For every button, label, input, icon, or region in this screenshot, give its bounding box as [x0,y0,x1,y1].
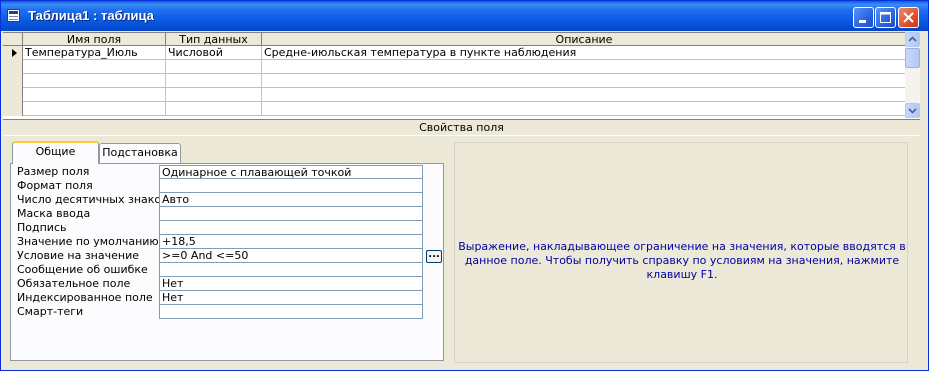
field-name-cell[interactable] [23,88,166,101]
property-value-field-size[interactable]: Одинарное с плавающей точкой [159,165,423,179]
property-value-decimal-places[interactable]: Авто [159,193,423,207]
description-cell[interactable] [262,88,907,101]
minimize-button[interactable] [853,7,874,28]
window-title: Таблица1 : таблица [28,8,154,23]
data-type-cell[interactable] [166,74,262,87]
property-value-indexed[interactable]: Нет [159,291,423,305]
current-row-arrow-icon [12,49,17,57]
property-label-smart-tags: Смарт-теги [17,305,84,318]
property-label-field-size: Размер поля [17,165,90,178]
field-name-cell[interactable] [23,102,166,115]
tab-lookup[interactable]: Подстановка [99,143,181,163]
expression-builder-button[interactable]: ... [426,250,442,263]
property-value-input-mask[interactable] [159,207,423,221]
field-name-cell[interactable]: Температура_Июль [23,46,166,59]
data-type-cell[interactable] [166,88,262,101]
property-value-format[interactable] [159,179,423,193]
property-label-indexed: Индексированное поле [17,291,153,304]
property-value-validation-rule[interactable]: >=0 And <=50 [159,249,423,263]
description-cell[interactable] [262,60,907,73]
property-label-format: Формат поля [17,179,93,192]
close-icon [903,12,914,23]
grid-vertical-scrollbar[interactable] [905,32,920,118]
scroll-thumb[interactable] [905,48,920,68]
data-type-cell[interactable] [166,102,262,115]
maximize-icon [880,12,891,23]
table-row[interactable] [3,74,920,88]
grid-corner [3,33,23,46]
help-text: Выражение, накладывающее ограничение на … [458,240,906,281]
help-pane: Выражение, накладывающее ограничение на … [454,142,908,363]
tab-general[interactable]: Общие [12,141,99,164]
table-row[interactable] [3,102,920,116]
column-header-field-name: Имя поля [23,33,166,46]
data-type-cell[interactable] [166,60,262,73]
property-label-decimal-places: Число десятичных знаков [17,193,168,206]
row-selector[interactable] [3,60,23,74]
title-bar[interactable]: Таблица1 : таблица [1,1,928,31]
description-cell[interactable] [262,102,907,115]
row-selector[interactable] [3,74,23,88]
column-header-description: Описание [262,33,907,46]
row-selector[interactable] [3,46,23,60]
property-label-default-value: Значение по умолчанию [17,235,159,248]
property-label-input-mask: Маска ввода [17,207,91,220]
property-value-caption[interactable] [159,221,423,235]
table-icon [7,9,20,22]
table-row[interactable]: Температура_Июль Числовой Средне-июльска… [3,46,920,60]
table-design-window: Таблица1 : таблица Имя поля Тип данных О… [0,0,929,371]
property-value-default-value[interactable]: +18,5 [159,235,423,249]
property-label-validation-text: Сообщение об ошибке [17,263,148,276]
row-selector[interactable] [3,102,23,116]
column-header-data-type: Тип данных [166,33,262,46]
row-selector[interactable] [3,88,23,102]
property-label-validation-rule: Условие на значение [17,249,139,262]
minimize-icon [859,20,866,23]
property-value-required[interactable]: Нет [159,277,423,291]
field-name-cell[interactable] [23,74,166,87]
data-type-cell[interactable]: Числовой [166,46,262,59]
close-button[interactable] [898,7,919,28]
scroll-down-button[interactable] [905,103,920,118]
description-cell[interactable]: Средне-июльская температура в пункте наб… [262,46,907,59]
property-value-validation-text[interactable] [159,263,423,277]
chevron-down-icon [908,108,917,114]
scroll-up-button[interactable] [905,32,920,47]
field-name-cell[interactable] [23,60,166,73]
property-label-caption: Подпись [17,221,67,234]
general-properties-panel: Размер поля Одинарное с плавающей точкой… [10,163,444,361]
property-label-required: Обязательное поле [17,277,131,290]
property-value-smart-tags[interactable] [159,305,423,319]
chevron-up-icon [908,36,917,42]
table-row[interactable] [3,88,920,102]
field-properties-header: Свойства поля [3,119,920,136]
field-grid: Имя поля Тип данных Описание Температура… [3,32,920,119]
table-row[interactable] [3,60,920,74]
maximize-button[interactable] [875,7,896,28]
description-cell[interactable] [262,74,907,87]
